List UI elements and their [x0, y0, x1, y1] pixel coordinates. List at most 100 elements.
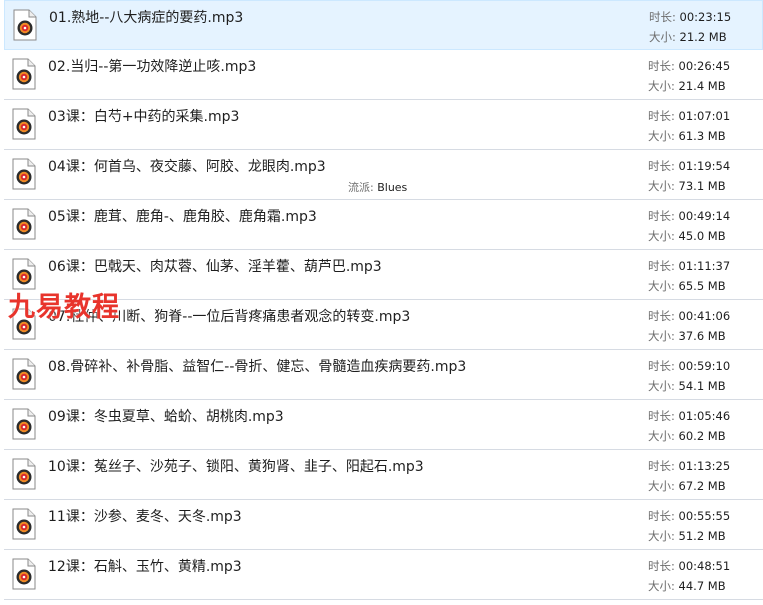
- duration-value: 01:05:46: [678, 409, 731, 423]
- duration-value: 00:23:15: [679, 10, 732, 24]
- file-name: 07.杜仲、川断、狗脊--一位后背疼痛患者观念的转变.mp3: [48, 309, 411, 325]
- duration-value: 00:26:45: [678, 59, 731, 73]
- duration-value: 00:48:51: [678, 559, 731, 573]
- duration-value: 00:49:14: [678, 209, 731, 223]
- audio-file-icon: [13, 9, 37, 41]
- audio-file-icon: [12, 458, 36, 490]
- size-value: 21.4 MB: [678, 79, 726, 93]
- file-name: 11课：沙参、麦冬、天冬.mp3: [48, 509, 242, 525]
- size-field: 大小: 61.3 MB: [648, 128, 726, 144]
- duration-value: 01:07:01: [678, 109, 731, 123]
- size-label: 大小:: [648, 79, 675, 93]
- duration-label: 时长:: [648, 259, 675, 273]
- audio-file-icon: [12, 558, 36, 590]
- file-name: 12课：石斛、玉竹、黄精.mp3: [48, 559, 242, 575]
- file-row[interactable]: 08.骨碎补、补骨脂、益智仁--骨折、健忘、骨髓造血疾病要药.mp3 时长: 00…: [4, 350, 763, 400]
- size-label: 大小:: [648, 429, 675, 443]
- duration-label: 时长:: [648, 309, 675, 323]
- file-name: 05课：鹿茸、鹿角-、鹿角胶、鹿角霜.mp3: [48, 209, 317, 225]
- size-label: 大小:: [648, 479, 675, 493]
- duration-value: 01:13:25: [678, 459, 731, 473]
- duration-label: 时长:: [648, 409, 675, 423]
- file-row[interactable]: 02.当归--第一功效降逆止咳.mp3 时长: 00:26:45 大小: 21.4 …: [4, 50, 763, 100]
- size-field: 大小: 67.2 MB: [648, 478, 726, 494]
- size-label: 大小:: [648, 129, 675, 143]
- size-field: 大小: 51.2 MB: [648, 528, 726, 544]
- file-name: 03课：白芍+中药的采集.mp3: [48, 109, 240, 125]
- duration-field: 时长: 00:41:06: [648, 308, 730, 324]
- genre-field: 流派: Blues: [348, 179, 407, 195]
- duration-label: 时长:: [648, 509, 675, 523]
- file-row[interactable]: 03课：白芍+中药的采集.mp3 时长: 01:07:01 大小: 61.3 MB: [4, 100, 763, 150]
- audio-file-icon: [12, 308, 36, 340]
- file-row[interactable]: 09课：冬虫夏草、蛤蚧、胡桃肉.mp3 时长: 01:05:46 大小: 60.2 …: [4, 400, 763, 450]
- duration-field: 时长: 01:11:37: [648, 258, 730, 274]
- file-row[interactable]: 01.熟地--八大病症的要药.mp3 时长: 00:23:15 大小: 21.2 M…: [4, 0, 763, 50]
- duration-label: 时长:: [648, 459, 675, 473]
- file-row[interactable]: 11课：沙参、麦冬、天冬.mp3 时长: 00:55:55 大小: 51.2 MB: [4, 500, 763, 550]
- size-value: 21.2 MB: [679, 30, 727, 44]
- duration-value: 01:19:54: [678, 159, 731, 173]
- duration-value: 00:41:06: [678, 309, 731, 323]
- file-name: 04课：何首乌、夜交藤、阿胶、龙眼肉.mp3: [48, 159, 326, 175]
- size-field: 大小: 45.0 MB: [648, 228, 726, 244]
- duration-field: 时长: 00:59:10: [648, 358, 730, 374]
- size-label: 大小:: [648, 379, 675, 393]
- size-field: 大小: 73.1 MB: [648, 178, 726, 194]
- duration-field: 时长: 01:07:01: [648, 108, 730, 124]
- size-label: 大小:: [648, 329, 675, 343]
- size-label: 大小:: [648, 279, 675, 293]
- duration-value: 00:59:10: [678, 359, 731, 373]
- duration-field: 时长: 01:05:46: [648, 408, 730, 424]
- size-label: 大小:: [648, 579, 675, 593]
- duration-label: 时长:: [648, 209, 675, 223]
- duration-field: 时长: 00:49:14: [648, 208, 730, 224]
- size-label: 大小:: [648, 179, 675, 193]
- duration-field: 时长: 00:55:55: [648, 508, 730, 524]
- file-name: 10课：菟丝子、沙苑子、锁阳、黄狗肾、韭子、阳起石.mp3: [48, 459, 424, 475]
- audio-file-icon: [12, 208, 36, 240]
- file-row[interactable]: 06课：巴戟天、肉苁蓉、仙茅、淫羊藿、葫芦巴.mp3 时长: 01:11:37 大小…: [4, 250, 763, 300]
- duration-label: 时长:: [648, 559, 675, 573]
- file-name: 02.当归--第一功效降逆止咳.mp3: [48, 59, 257, 75]
- duration-field: 时长: 00:26:45: [648, 58, 730, 74]
- size-value: 45.0 MB: [678, 229, 726, 243]
- duration-label: 时长:: [648, 59, 675, 73]
- size-field: 大小: 65.5 MB: [648, 278, 726, 294]
- file-row[interactable]: 07.杜仲、川断、狗脊--一位后背疼痛患者观念的转变.mp3 时长: 00:41:…: [4, 300, 763, 350]
- duration-field: 时长: 01:13:25: [648, 458, 730, 474]
- size-value: 67.2 MB: [678, 479, 726, 493]
- duration-value: 00:55:55: [678, 509, 731, 523]
- duration-value: 01:11:37: [678, 259, 731, 273]
- file-row[interactable]: 12课：石斛、玉竹、黄精.mp3 时长: 00:48:51 大小: 44.7 MB: [4, 550, 763, 600]
- audio-file-icon: [12, 258, 36, 290]
- size-label: 大小:: [649, 30, 676, 44]
- file-row[interactable]: 10课：菟丝子、沙苑子、锁阳、黄狗肾、韭子、阳起石.mp3 时长: 01:13:2…: [4, 450, 763, 500]
- audio-file-icon: [12, 408, 36, 440]
- audio-file-icon: [12, 358, 36, 390]
- size-field: 大小: 60.2 MB: [648, 428, 726, 444]
- file-name: 09课：冬虫夏草、蛤蚧、胡桃肉.mp3: [48, 409, 284, 425]
- audio-file-icon: [12, 108, 36, 140]
- size-field: 大小: 21.2 MB: [649, 29, 727, 45]
- size-value: 60.2 MB: [678, 429, 726, 443]
- genre-label: 流派:: [348, 181, 374, 194]
- duration-label: 时长:: [649, 10, 676, 24]
- duration-field: 时长: 01:19:54: [648, 158, 730, 174]
- size-value: 37.6 MB: [678, 329, 726, 343]
- duration-label: 时长:: [648, 359, 675, 373]
- file-row[interactable]: 05课：鹿茸、鹿角-、鹿角胶、鹿角霜.mp3 时长: 00:49:14 大小: 45…: [4, 200, 763, 250]
- file-name: 01.熟地--八大病症的要药.mp3: [49, 10, 244, 26]
- audio-file-icon: [12, 158, 36, 190]
- file-name: 06课：巴戟天、肉苁蓉、仙茅、淫羊藿、葫芦巴.mp3: [48, 259, 382, 275]
- genre-value: Blues: [377, 181, 408, 194]
- file-list: 01.熟地--八大病症的要药.mp3 时长: 00:23:15 大小: 21.2 M…: [0, 0, 763, 605]
- size-label: 大小:: [648, 229, 675, 243]
- duration-field: 时长: 00:23:15: [649, 9, 731, 25]
- size-value: 54.1 MB: [678, 379, 726, 393]
- size-field: 大小: 37.6 MB: [648, 328, 726, 344]
- duration-label: 时长:: [648, 109, 675, 123]
- duration-label: 时长:: [648, 159, 675, 173]
- file-row[interactable]: 04课：何首乌、夜交藤、阿胶、龙眼肉.mp3 流派: Blues 时长: 01:19…: [4, 150, 763, 200]
- file-name: 08.骨碎补、补骨脂、益智仁--骨折、健忘、骨髓造血疾病要药.mp3: [48, 359, 467, 375]
